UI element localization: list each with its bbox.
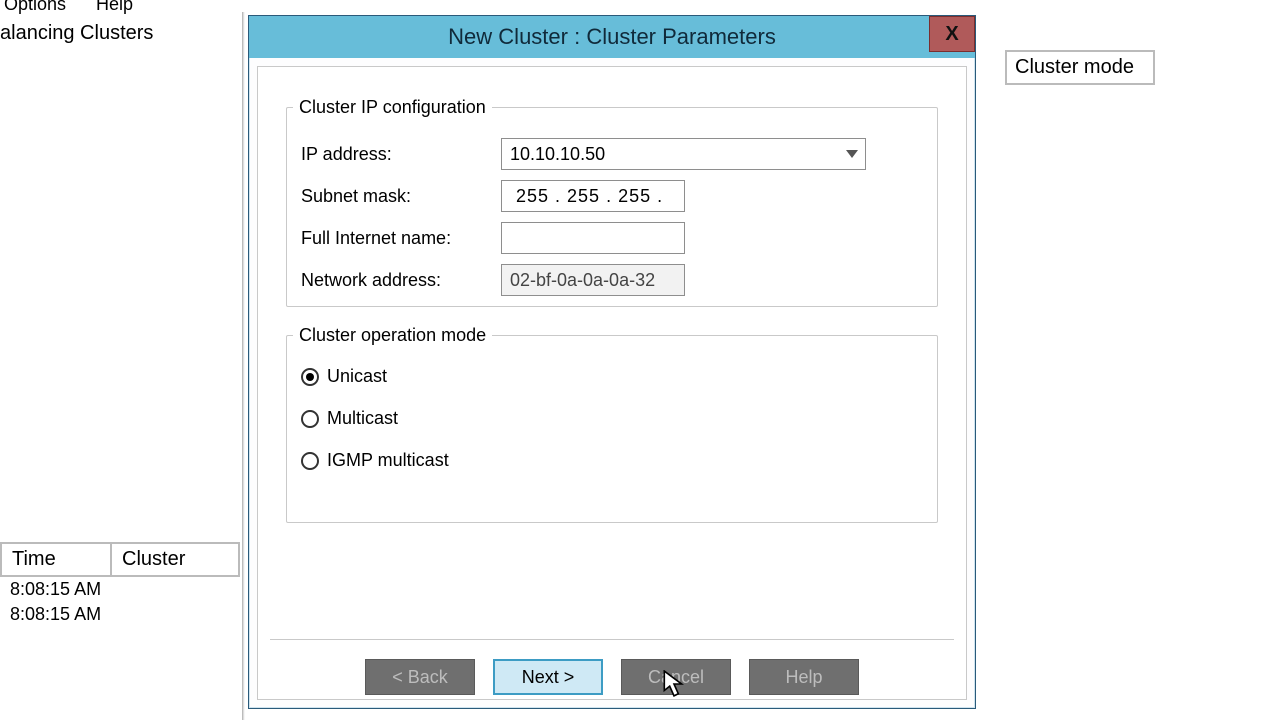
back-button[interactable]: < Back	[365, 659, 475, 695]
radio-igmp-multicast[interactable]: IGMP multicast	[301, 450, 449, 471]
ip-address-label: IP address:	[301, 144, 501, 165]
radio-multicast[interactable]: Multicast	[301, 408, 398, 429]
dialog-titlebar[interactable]: New Cluster : Cluster Parameters X	[249, 16, 975, 58]
group-legend: Cluster IP configuration	[293, 97, 492, 118]
full-internet-name-input[interactable]	[501, 222, 685, 254]
menu-help[interactable]: Help	[92, 0, 137, 16]
column-header-cluster[interactable]: Cluster	[112, 542, 240, 577]
cancel-button[interactable]: Cancel	[621, 659, 731, 695]
subnet-mask-input[interactable]	[501, 180, 685, 212]
subnet-mask-label: Subnet mask:	[301, 186, 501, 207]
column-header-cluster-mode[interactable]: Cluster mode	[1005, 50, 1155, 85]
new-cluster-dialog: New Cluster : Cluster Parameters X Clust…	[248, 15, 976, 709]
menu-bar: Options Help	[0, 0, 137, 16]
full-internet-name-label: Full Internet name:	[301, 228, 501, 249]
close-button[interactable]: X	[929, 16, 975, 52]
tree-title: alancing Clusters	[0, 22, 153, 45]
radio-label: Multicast	[327, 408, 398, 429]
dialog-body: Cluster IP configuration IP address: Sub…	[257, 66, 967, 700]
column-header-time[interactable]: Time	[0, 542, 112, 577]
close-icon: X	[945, 23, 958, 46]
radio-icon	[301, 452, 319, 470]
network-address-label: Network address:	[301, 270, 501, 291]
menu-options[interactable]: Options	[0, 0, 70, 16]
radio-unicast[interactable]: Unicast	[301, 366, 387, 387]
next-button[interactable]: Next >	[493, 659, 603, 695]
radio-icon	[301, 368, 319, 386]
cluster-ip-configuration-group: Cluster IP configuration IP address: Sub…	[286, 97, 938, 307]
network-address-input	[501, 264, 685, 296]
cluster-operation-mode-group: Cluster operation mode Unicast Multicast…	[286, 325, 938, 523]
help-button[interactable]: Help	[749, 659, 859, 695]
radio-icon	[301, 410, 319, 428]
radio-label: IGMP multicast	[327, 450, 449, 471]
separator	[270, 639, 954, 640]
radio-label: Unicast	[327, 366, 387, 387]
wizard-buttons: < Back Next > Cancel Help	[258, 659, 966, 695]
dialog-title: New Cluster : Cluster Parameters	[448, 24, 776, 50]
ip-address-dropdown[interactable]	[501, 138, 866, 170]
group-legend: Cluster operation mode	[293, 325, 492, 346]
